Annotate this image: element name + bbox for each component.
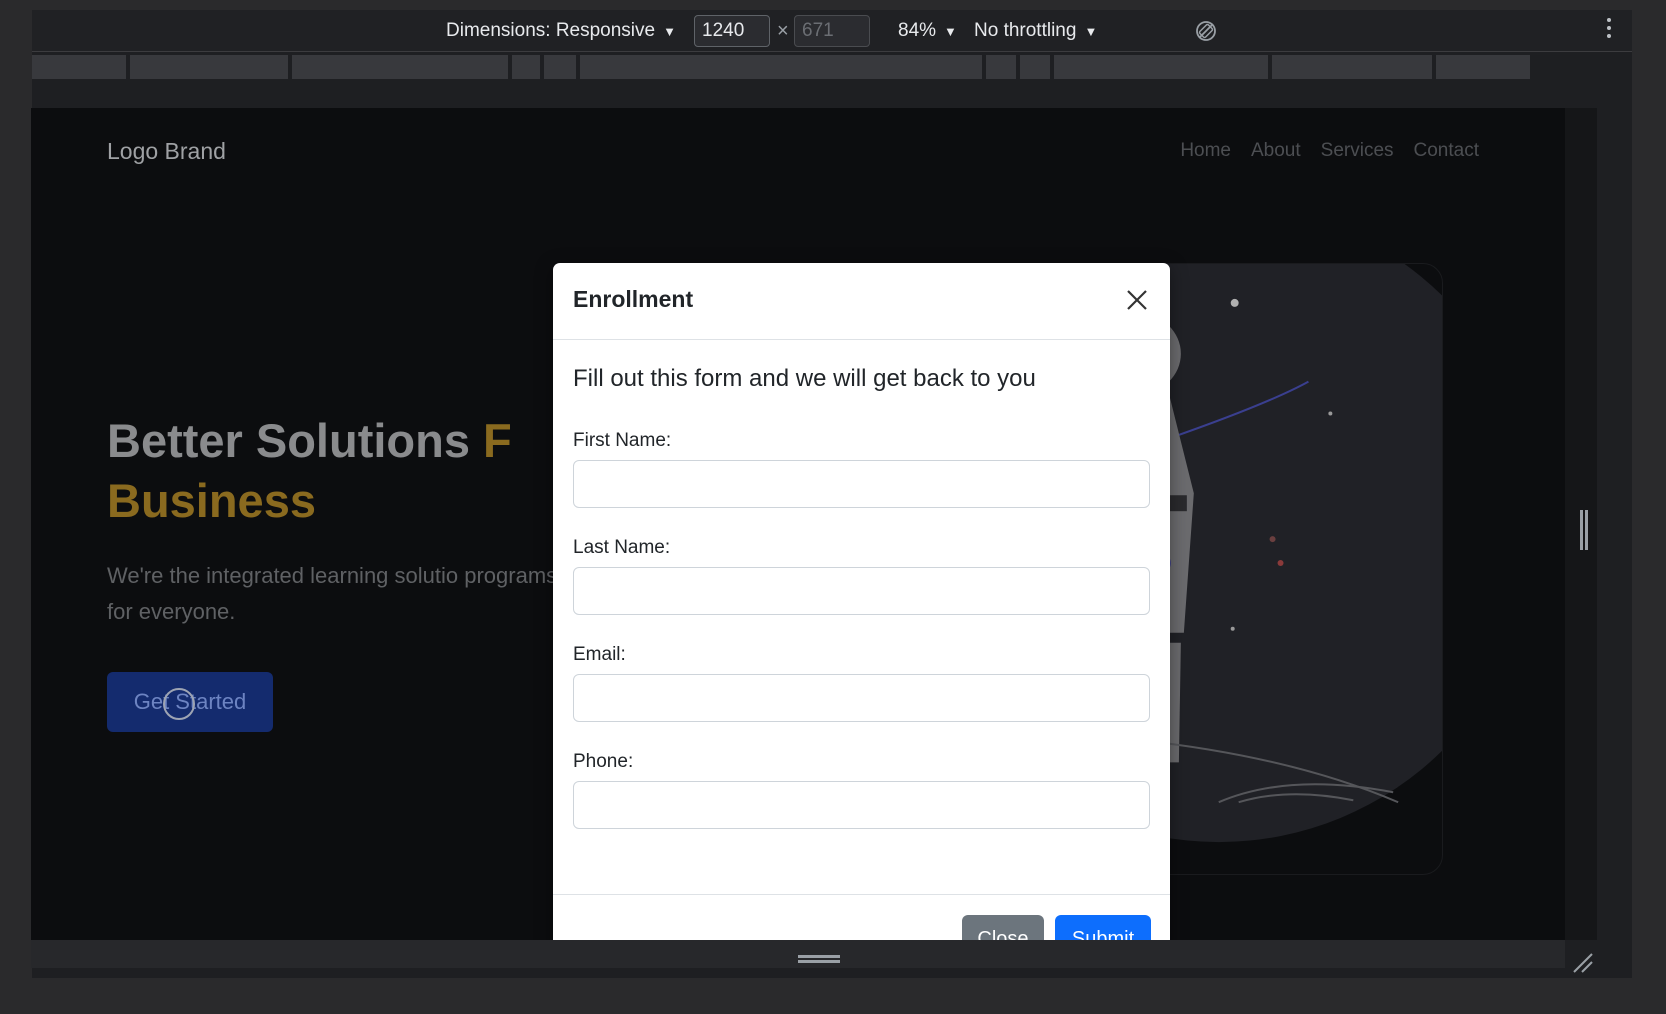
caret-down-icon: ▼ <box>944 23 957 39</box>
email-input[interactable] <box>573 674 1150 722</box>
email-label: Email: <box>573 644 626 665</box>
modal-footer: Close Submit <box>553 894 1170 940</box>
width-input[interactable]: 1240 <box>694 15 770 47</box>
modal-lead-text: Fill out this form and we will get back … <box>573 365 1036 392</box>
last-name-label: Last Name: <box>573 537 671 558</box>
phone-input[interactable] <box>573 781 1150 829</box>
zoom-label: 84% <box>898 20 937 41</box>
caret-down-icon: ▼ <box>663 23 676 39</box>
corner-resize-icon[interactable] <box>1572 952 1594 974</box>
throttling-label: No throttling <box>974 20 1077 41</box>
rotate-device-icon[interactable] <box>1194 19 1218 43</box>
page-viewport: Logo Brand Home About Services Contact B… <box>31 108 1565 940</box>
nav-about[interactable]: About <box>1251 140 1301 162</box>
site-navbar: Logo Brand Home About Services Contact <box>31 108 1565 198</box>
phone-label: Phone: <box>573 751 634 772</box>
times-icon: × <box>777 19 789 42</box>
media-query-bar[interactable] <box>32 55 1632 79</box>
dimensions-label: Dimensions: Responsive <box>446 20 656 41</box>
nav-links: Home About Services Contact <box>1180 140 1479 162</box>
more-options-icon[interactable] <box>1606 18 1612 38</box>
height-input[interactable]: 671 <box>794 15 870 47</box>
caret-down-icon: ▼ <box>1084 23 1098 39</box>
modal-body: Fill out this form and we will get back … <box>553 340 1170 895</box>
modal-title: Enrollment <box>573 286 694 312</box>
hero-title-text: Better Solutions <box>107 414 484 467</box>
modal-header: Enrollment <box>553 263 1170 340</box>
close-button[interactable]: Close <box>962 915 1044 940</box>
width-resize-handle[interactable] <box>1580 510 1588 550</box>
close-icon[interactable] <box>1122 285 1152 315</box>
submit-button[interactable]: Submit <box>1055 915 1151 940</box>
nav-services[interactable]: Services <box>1321 140 1394 162</box>
first-name-input[interactable] <box>573 460 1150 508</box>
hero-description: We're the integrated learning solutio pr… <box>107 563 558 624</box>
nav-home[interactable]: Home <box>1180 140 1231 162</box>
height-resize-handle[interactable] <box>798 955 840 963</box>
hero-title-line2: Business <box>107 474 316 527</box>
enrollment-modal: Enrollment Fill out this form and we wil… <box>553 263 1170 940</box>
dimensions-dropdown[interactable]: Dimensions: Responsive ▼ <box>446 10 676 52</box>
cursor-click-indicator <box>163 688 195 720</box>
logo-brand[interactable]: Logo Brand <box>107 138 226 165</box>
first-name-label: First Name: <box>573 430 672 451</box>
zoom-dropdown[interactable]: 84% ▼ <box>898 10 957 52</box>
hero-title-accent: F <box>483 414 512 467</box>
last-name-input[interactable] <box>573 567 1150 615</box>
viewport-bottom-edge <box>31 940 1565 968</box>
nav-contact[interactable]: Contact <box>1414 140 1479 162</box>
device-toolbar: Dimensions: Responsive ▼ 1240 × 671 84% … <box>32 10 1632 52</box>
throttling-dropdown[interactable]: No throttling ▼ <box>974 10 1097 52</box>
